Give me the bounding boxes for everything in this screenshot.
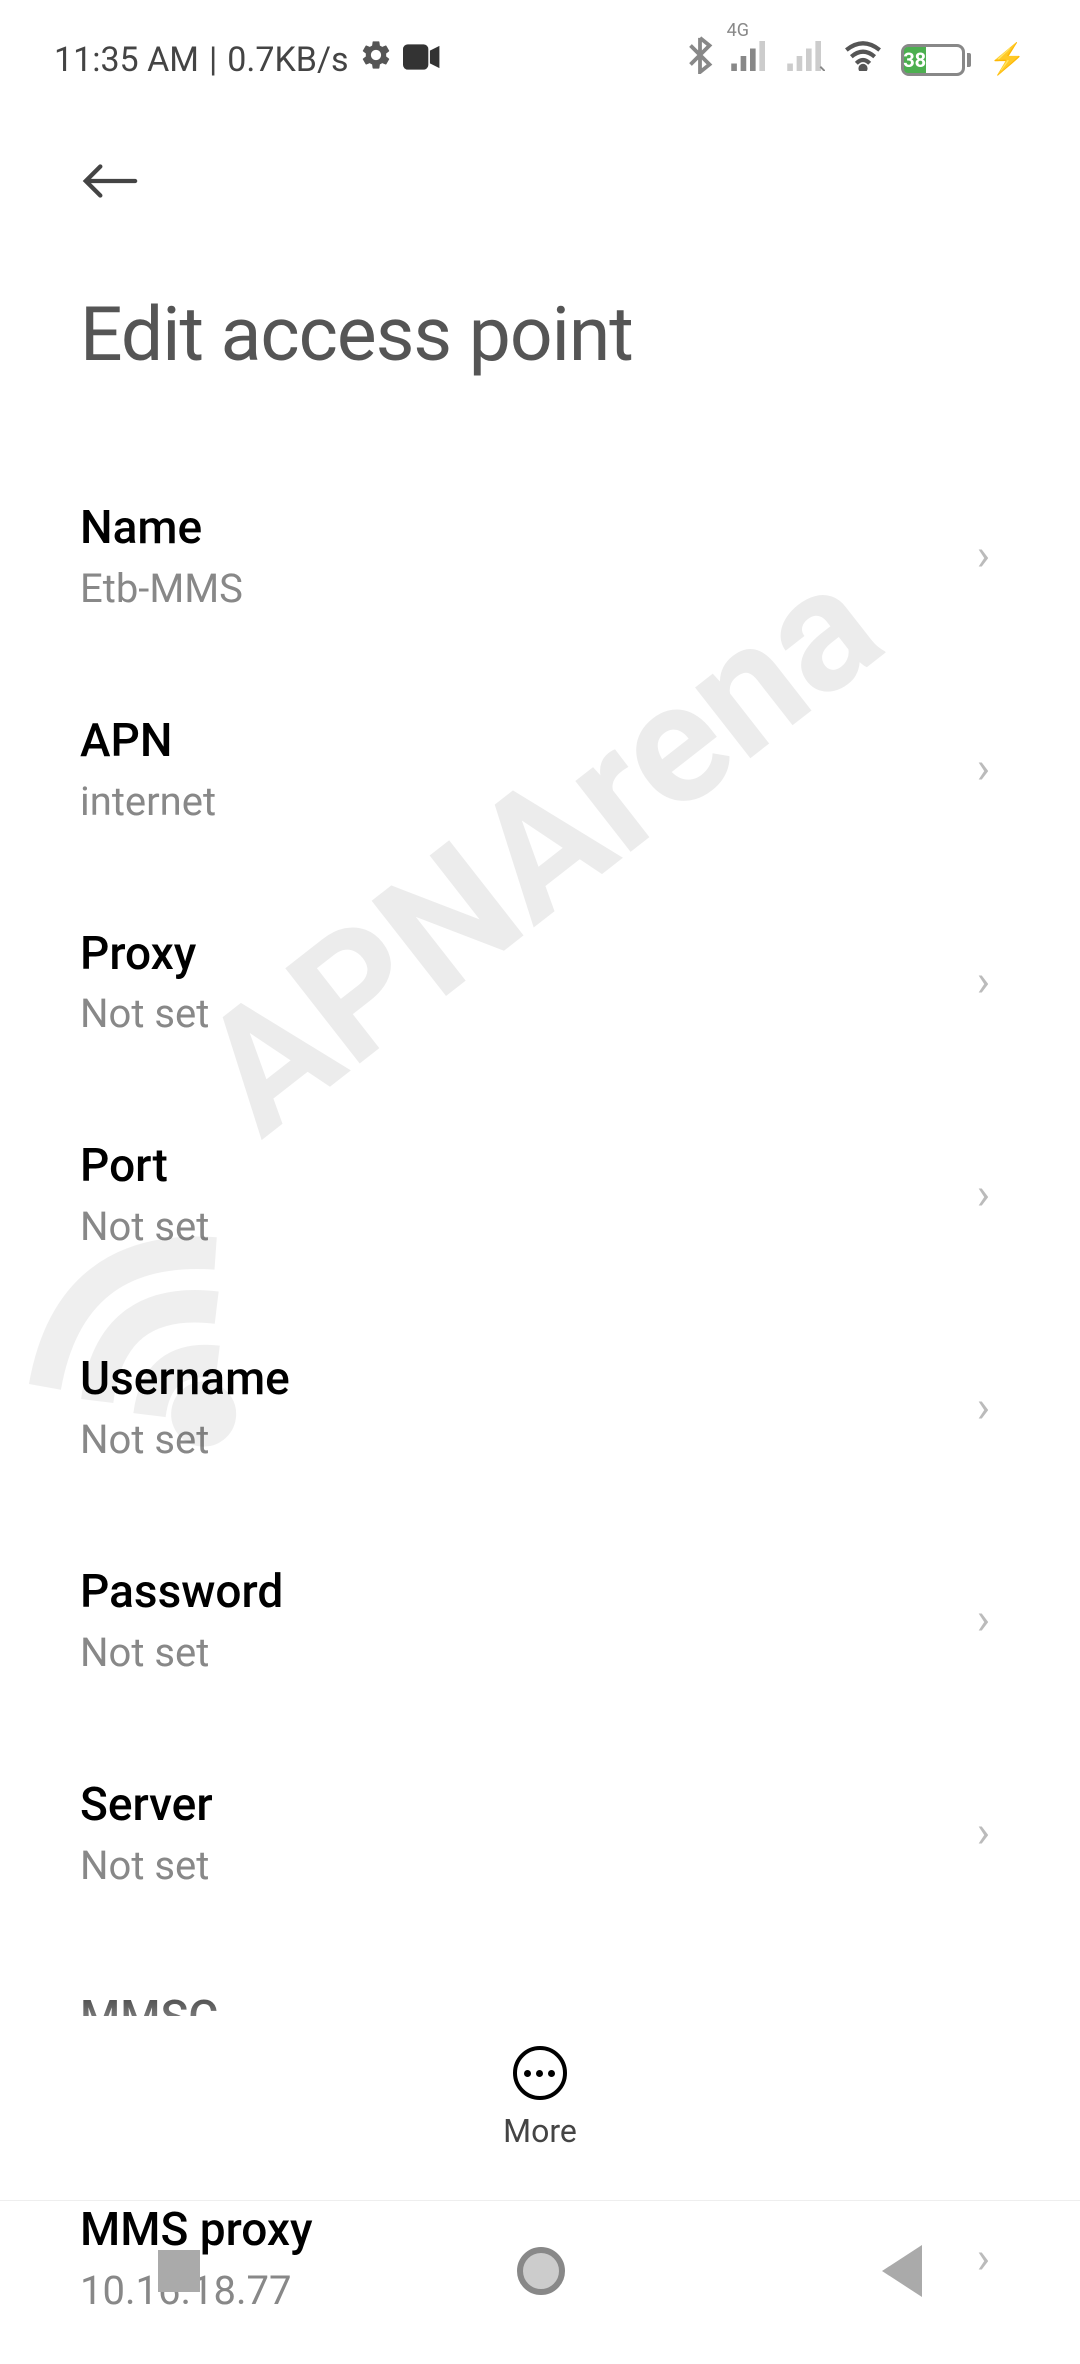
setting-value: Not set <box>80 1203 977 1250</box>
setting-label: Name <box>80 499 977 559</box>
setting-label: Username <box>80 1350 977 1410</box>
header: Edit access point <box>0 101 1080 389</box>
signal-1-icon: 4G <box>731 40 769 80</box>
bluetooth-icon <box>687 36 713 83</box>
back-button[interactable] <box>80 151 140 211</box>
setting-value: Etb-MMS <box>80 565 977 612</box>
setting-name[interactable]: Name Etb-MMS › <box>80 449 1000 662</box>
bottom-toolbar: More <box>0 2016 1080 2180</box>
chevron-right-icon: › <box>977 1381 990 1433</box>
status-time: 11:35 AM <box>54 40 199 80</box>
signal-2-icon: ✕ <box>787 40 825 80</box>
status-right: 4G ✕ 38 ⚡ <box>687 36 1026 83</box>
setting-label: Proxy <box>80 925 977 985</box>
setting-username[interactable]: Username Not set › <box>80 1300 1000 1513</box>
setting-value: internet <box>80 778 977 825</box>
setting-proxy[interactable]: Proxy Not set › <box>80 875 1000 1088</box>
svg-text:✕: ✕ <box>817 61 825 71</box>
nav-home-icon[interactable] <box>517 2247 565 2295</box>
battery-icon: 38 <box>901 44 971 76</box>
setting-apn[interactable]: APN internet › <box>80 662 1000 875</box>
status-bar: 11:35 AM | 0.7KB/s 4G ✕ 38 ⚡ <box>0 0 1080 101</box>
status-speed: 0.7KB/s <box>227 40 348 80</box>
setting-label: APN <box>80 712 977 772</box>
setting-label: Server <box>80 1776 977 1836</box>
chevron-right-icon: › <box>977 742 990 794</box>
charging-icon: ⚡ <box>989 42 1026 77</box>
setting-label: Password <box>80 1563 977 1623</box>
status-left: 11:35 AM | 0.7KB/s <box>54 38 441 81</box>
setting-value: Not set <box>80 990 977 1037</box>
more-label: More <box>503 2112 577 2150</box>
more-button[interactable]: More <box>503 2046 577 2150</box>
navigation-bar <box>0 2200 1080 2340</box>
wifi-icon <box>843 39 883 80</box>
setting-port[interactable]: Port Not set › <box>80 1087 1000 1300</box>
nav-recent-icon[interactable] <box>158 2250 200 2292</box>
setting-value: Not set <box>80 1629 977 1676</box>
setting-password[interactable]: Password Not set › <box>80 1513 1000 1726</box>
settings-icon <box>359 38 393 81</box>
nav-back-icon[interactable] <box>882 2245 922 2297</box>
page-title: Edit access point <box>80 291 1000 379</box>
more-icon <box>513 2046 567 2100</box>
setting-label: Port <box>80 1137 977 1197</box>
chevron-right-icon: › <box>977 529 990 581</box>
camera-icon <box>403 40 441 80</box>
chevron-right-icon: › <box>977 1168 990 1220</box>
chevron-right-icon: › <box>977 1593 990 1645</box>
setting-value: Not set <box>80 1416 977 1463</box>
setting-value: Not set <box>80 1842 977 1889</box>
chevron-right-icon: › <box>977 1806 990 1858</box>
setting-server[interactable]: Server Not set › <box>80 1726 1000 1939</box>
chevron-right-icon: › <box>977 955 990 1007</box>
